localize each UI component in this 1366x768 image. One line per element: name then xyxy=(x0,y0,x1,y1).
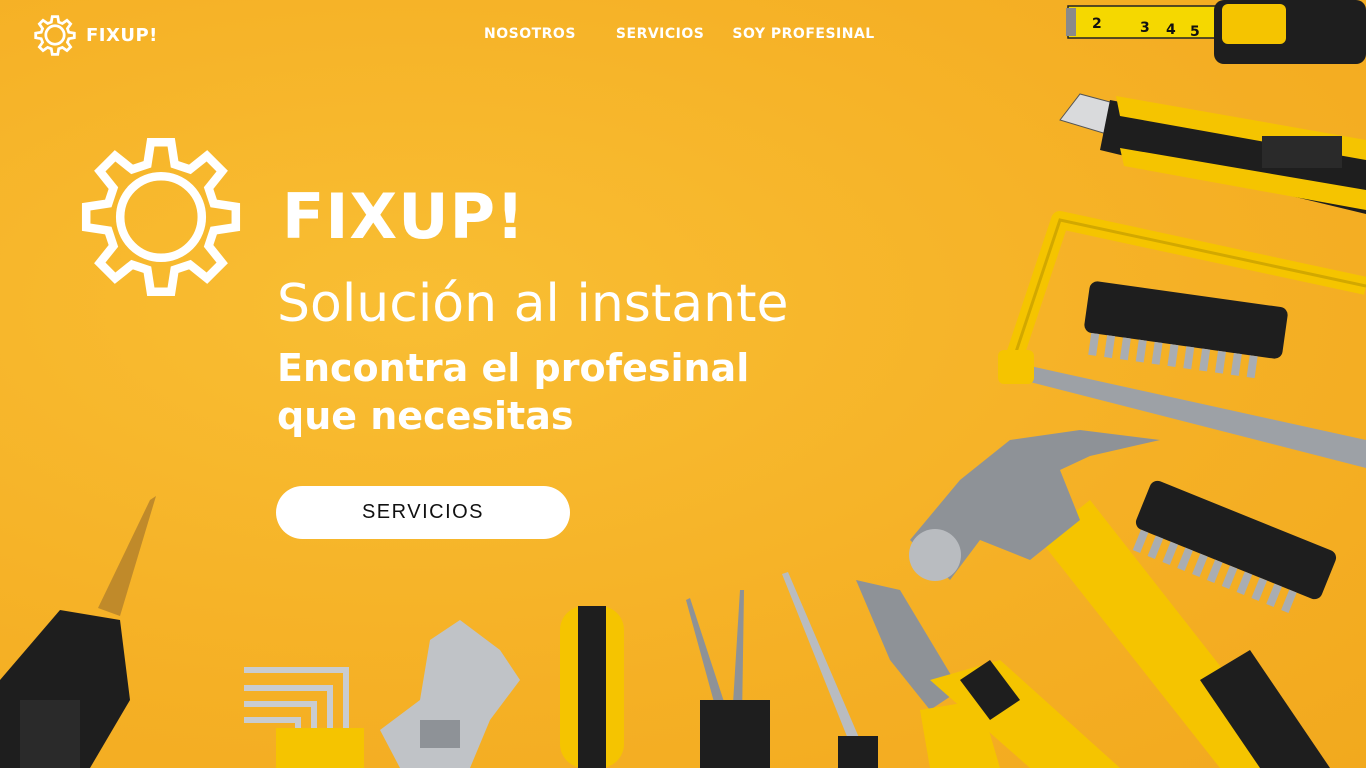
nav-link-servicios[interactable]: SERVICIOS xyxy=(616,26,704,42)
top-navbar: FIXUP! NOSOTROS SERVICIOS SOY PROFESINAL xyxy=(0,0,1366,70)
hero-description-line: Encontra el profesinal xyxy=(277,346,750,390)
gear-icon xyxy=(81,137,241,297)
nav-link-nosotros[interactable]: NOSOTROS xyxy=(484,26,576,42)
hero-subtitle: Solución al instante xyxy=(277,274,789,334)
nav-link-soy-profesinal[interactable]: SOY PROFESINAL xyxy=(732,26,874,42)
hero-title: FIXUP! xyxy=(282,180,526,253)
hero-description-line: que necesitas xyxy=(277,394,574,438)
gear-icon xyxy=(34,15,76,56)
brand-name: FIXUP! xyxy=(86,24,158,46)
brand-logo[interactable]: FIXUP! xyxy=(32,12,158,58)
servicios-button[interactable]: SERVICIOS xyxy=(276,486,570,539)
nav-links: NOSOTROS SERVICIOS SOY PROFESINAL xyxy=(484,26,875,42)
hero-description: Encontra el profesinal que necesitas xyxy=(277,344,877,440)
